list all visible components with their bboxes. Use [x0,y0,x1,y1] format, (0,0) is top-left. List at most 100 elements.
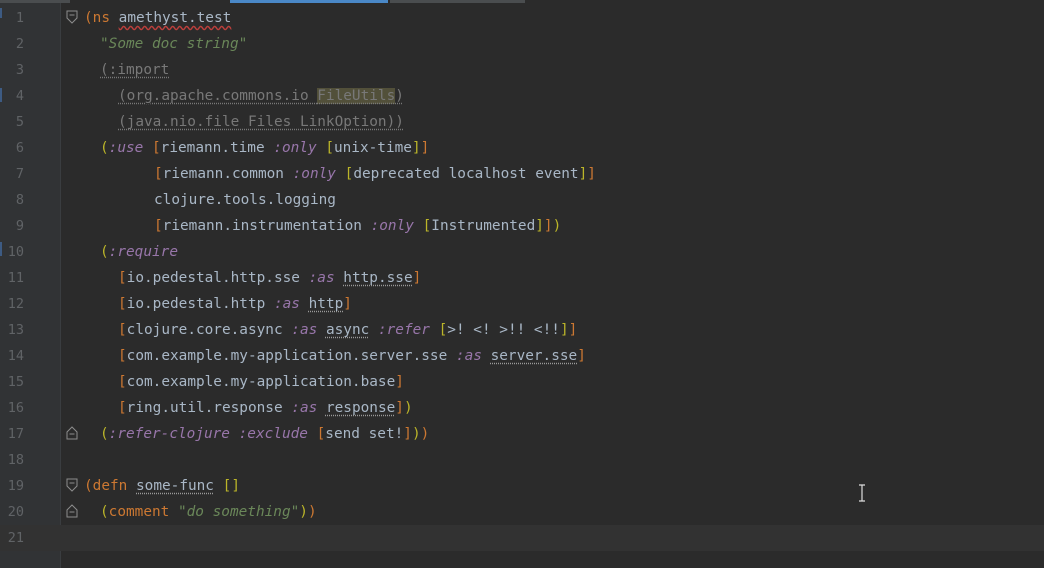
line-number: 4 [15,88,24,104]
code-token: http [308,296,344,312]
code-text: (java.nio.file Files LinkOption)) [118,109,404,135]
code-token: :import [108,62,170,78]
code-line[interactable]: 1 (ns amethyst.test [0,5,1044,31]
code-line[interactable]: 20 (comment "do something")) [0,499,1044,525]
code-token: ( [100,62,109,78]
code-line[interactable]: 17 (:refer-clojure :exclude [send set!])) [0,421,1044,447]
line-number: 9 [15,218,24,234]
code-line[interactable]: 16 [ring.util.response :as response]) [0,395,1044,421]
editor-tab-strip [0,0,1044,3]
code-line[interactable]: 6 (:use [riemann.time :only [unix-time]] [0,135,1044,161]
code-token: ) [411,426,421,442]
code-line[interactable]: 15 [com.example.my-application.base] [0,369,1044,395]
code-token: Instrumented [431,218,536,234]
code-token: ) [395,88,404,104]
code-token: :as [273,296,300,312]
ibeam-cursor-icon [859,484,865,502]
code-line[interactable]: 21 [0,525,1044,551]
code-text: "Some doc string" [100,31,247,57]
code-line[interactable]: 14 [com.example.my-application.server.sse… [0,343,1044,369]
code-line[interactable]: 9 [riemann.instrumentation :only [Instrum… [0,213,1044,239]
code-line[interactable]: 19 (defn some-func [] [0,473,1044,499]
code-token: comment [108,504,178,520]
fold-open-icon[interactable] [66,10,78,24]
code-token: ] [587,166,596,182]
line-number: 17 [7,426,24,442]
code-line[interactable]: 2 "Some doc string" [0,31,1044,57]
code-token: :as [291,322,318,338]
code-token: ] [535,218,544,234]
line-number: 18 [7,452,24,468]
line-number: 8 [15,192,24,208]
code-text: [com.example.my-application.base] [118,369,404,395]
line-number: 12 [7,296,24,312]
code-text: (:use [riemann.time :only [unix-time]] [100,135,429,161]
code-token: (java.nio.file Files LinkOption)) [118,114,404,130]
code-line[interactable]: 3 (:import [0,57,1044,83]
tab-indicator [390,0,525,3]
code-line[interactable]: 4 (org.apache.commons.io FileUtils) [0,83,1044,109]
code-text: [io.pedestal.http.sse :as http.sse] [118,265,421,291]
code-token: ( [100,140,109,156]
code-token: :refer-clojure [108,426,230,442]
code-token: some-func [136,478,214,494]
code-line[interactable]: 5 (java.nio.file Files LinkOption)) [0,109,1044,135]
line-number: 5 [15,114,24,130]
code-token: io.pedestal.http.sse [126,270,309,286]
code-text: (:import [100,57,169,83]
code-editor[interactable]: 1 (ns amethyst.test 2 "Some doc string" 3 (:i… [0,5,1044,551]
code-text: [ring.util.response :as response]) [118,395,413,421]
active-tab-indicator [230,0,388,3]
code-token: [ [438,322,448,338]
code-token: com.example.my-application.base [126,374,396,390]
code-token: riemann.time [160,140,274,156]
code-token: ] [395,400,404,416]
code-text: (:refer-clojure :exclude [send set!])) [100,421,429,447]
code-line[interactable]: 7 [riemann.common :only [deprecated local… [0,161,1044,187]
fold-end-icon[interactable] [66,504,78,518]
code-token: :only [273,140,317,156]
code-token: :require [108,244,178,260]
code-line[interactable]: 10 (:require [0,239,1044,265]
fold-open-icon[interactable] [66,478,78,492]
code-token: send set! [325,426,404,442]
code-token: server.sse [490,348,578,364]
code-line[interactable]: 13 [clojure.core.async :as async :refer [… [0,317,1044,343]
code-token: ] [568,322,578,338]
code-token: [ [316,426,326,442]
code-text: (comment "do something")) [100,499,317,525]
code-token: ns [92,10,119,26]
code-token: :refer [377,322,430,338]
line-number: 19 [7,478,24,494]
line-number: 6 [15,140,24,156]
code-token: [] [222,478,240,494]
code-token: ) [299,504,308,520]
fold-end-icon[interactable] [66,426,78,440]
code-token: async [325,322,370,338]
code-line[interactable]: 12 [io.pedestal.http :as http] [0,291,1044,317]
code-token: [ [154,218,163,234]
line-number: 7 [15,166,24,182]
code-line[interactable]: 18 [0,447,1044,473]
code-text: [io.pedestal.http :as http] [118,291,352,317]
line-number: 21 [7,530,24,546]
code-token: ] [395,374,404,390]
code-token: ) [307,504,317,520]
code-token: clojure.core.async [126,322,292,338]
code-line[interactable]: 8 clojure.tools.logging [0,187,1044,213]
code-line[interactable]: 11 [io.pedestal.http.sse :as http.sse] [0,265,1044,291]
code-token: >! <! >!! <!! [447,322,560,338]
code-token: [ [325,140,334,156]
code-token: ( [100,504,109,520]
code-token: ] [420,140,430,156]
code-token: "Some doc string" [100,36,248,52]
line-number: 15 [7,374,24,390]
line-number: 16 [7,400,24,416]
code-token: [ [118,296,127,312]
